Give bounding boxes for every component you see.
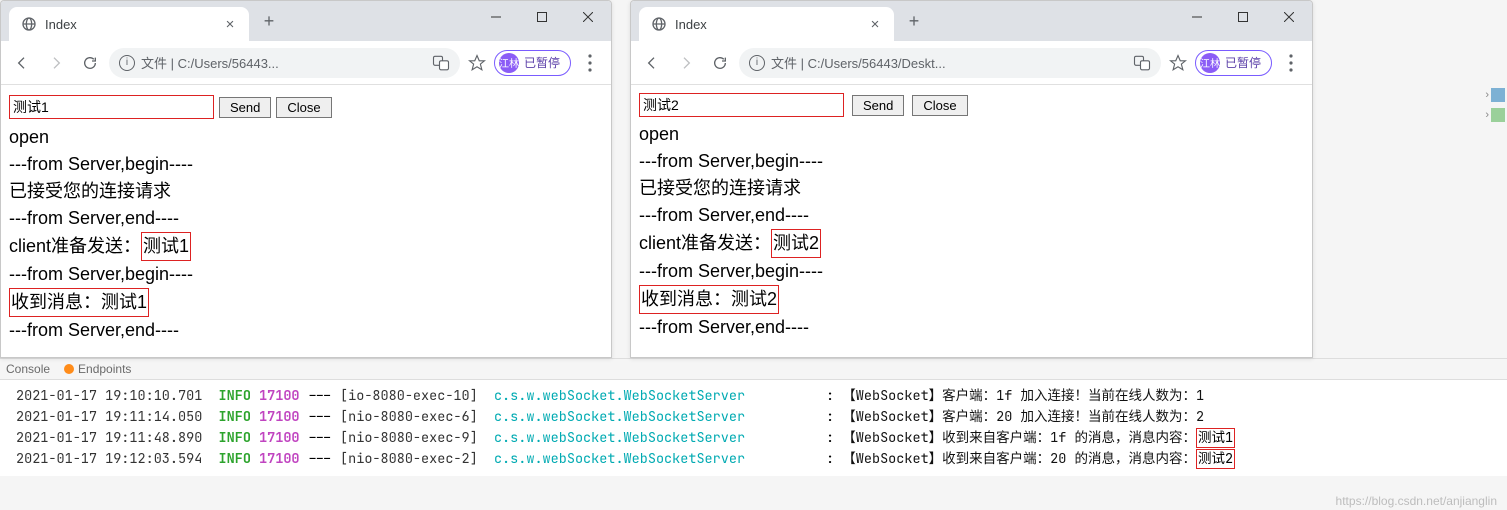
address-bar: i 文件 | C:/Users/56443/Deskt... 江林 已暂停 bbox=[631, 41, 1312, 85]
highlighted-msg: 测试1 bbox=[141, 232, 191, 261]
log-line: 收到消息：测试2 bbox=[639, 285, 1304, 314]
menu-button[interactable] bbox=[575, 48, 605, 78]
log-line: 已接受您的连接请求 bbox=[9, 178, 603, 205]
log-line: 收到消息：测试1 bbox=[9, 288, 603, 317]
close-button-page[interactable]: Close bbox=[912, 95, 967, 116]
console-output: 2021-01-17 19:10:10.701 INFO 17100 --- [… bbox=[0, 380, 1507, 476]
log-line: client准备发送：测试2 bbox=[639, 229, 1304, 258]
log-line: ---from Server,begin---- bbox=[9, 151, 603, 178]
back-button[interactable] bbox=[637, 48, 667, 78]
endpoints-icon bbox=[64, 364, 74, 374]
pill-text: 已暂停 bbox=[524, 54, 560, 71]
translate-icon[interactable] bbox=[432, 54, 450, 72]
tab-close-icon[interactable]: × bbox=[221, 15, 239, 33]
avatar: 江林 bbox=[1200, 53, 1220, 73]
watermark: https://blog.csdn.net/anjianglin bbox=[1336, 494, 1497, 508]
ide-tool-row: Console Endpoints bbox=[0, 358, 1507, 380]
titlebar: Index × + bbox=[631, 1, 1312, 41]
menu-button[interactable] bbox=[1276, 48, 1306, 78]
send-button[interactable]: Send bbox=[852, 95, 904, 116]
message-input[interactable] bbox=[639, 93, 844, 117]
tab-title: Index bbox=[45, 17, 213, 32]
bookmark-star-icon[interactable] bbox=[1165, 50, 1191, 76]
close-button[interactable] bbox=[565, 1, 611, 33]
address-bar: i 文件 | C:/Users/56443... 江林 已暂停 bbox=[1, 41, 611, 85]
browser-tab[interactable]: Index × bbox=[9, 7, 249, 41]
send-button[interactable]: Send bbox=[219, 97, 271, 118]
browser-window-1: Index × + i 文件 | C:/Users/56443... 江林 bbox=[0, 0, 612, 358]
close-button-page[interactable]: Close bbox=[276, 97, 331, 118]
log-line: open bbox=[9, 124, 603, 151]
message-input[interactable] bbox=[9, 95, 214, 119]
highlighted-received: 收到消息：测试2 bbox=[639, 285, 779, 314]
url-text: 文件 | C:/Users/56443/Deskt... bbox=[771, 53, 1127, 72]
window-controls bbox=[473, 1, 611, 41]
globe-icon bbox=[21, 16, 37, 32]
log-line: open bbox=[639, 121, 1304, 148]
minimize-button[interactable] bbox=[473, 1, 519, 33]
log-line: ---from Server,end---- bbox=[9, 205, 603, 232]
highlighted-msg: 测试2 bbox=[771, 229, 821, 258]
new-tab-button[interactable]: + bbox=[900, 7, 928, 35]
back-button[interactable] bbox=[7, 48, 37, 78]
translate-icon[interactable] bbox=[1133, 54, 1151, 72]
log-line: ---from Server,end---- bbox=[9, 317, 603, 344]
log-line: 已接受您的连接请求 bbox=[639, 175, 1304, 202]
log-line: ---from Server,begin---- bbox=[9, 261, 603, 288]
highlighted-received: 收到消息：测试1 bbox=[9, 288, 149, 317]
log-line: ---from Server,end---- bbox=[639, 314, 1304, 341]
bookmark-star-icon[interactable] bbox=[464, 50, 490, 76]
log-line: ---from Server,begin---- bbox=[639, 258, 1304, 285]
titlebar: Index × + bbox=[1, 1, 611, 41]
omnibox[interactable]: i 文件 | C:/Users/56443... bbox=[109, 48, 460, 78]
browser-tab[interactable]: Index × bbox=[639, 7, 894, 41]
close-button[interactable] bbox=[1266, 1, 1312, 33]
window-controls bbox=[1174, 1, 1312, 41]
new-tab-button[interactable]: + bbox=[255, 7, 283, 35]
page-content: Send Close open ---from Server,begin----… bbox=[631, 85, 1312, 357]
log-line: ---from Server,end---- bbox=[639, 202, 1304, 229]
omnibox[interactable]: i 文件 | C:/Users/56443/Deskt... bbox=[739, 48, 1161, 78]
gutter-item[interactable]: › bbox=[1485, 108, 1505, 122]
log-line: client准备发送：测试1 bbox=[9, 232, 603, 261]
side-gutter: › › bbox=[1485, 88, 1505, 122]
forward-button[interactable] bbox=[41, 48, 71, 78]
forward-button[interactable] bbox=[671, 48, 701, 78]
pill-text: 已暂停 bbox=[1225, 54, 1261, 71]
profile-pill[interactable]: 江林 已暂停 bbox=[494, 50, 571, 76]
tab-title: Index bbox=[675, 17, 858, 32]
reload-button[interactable] bbox=[705, 48, 735, 78]
profile-pill[interactable]: 江林 已暂停 bbox=[1195, 50, 1272, 76]
info-icon: i bbox=[749, 55, 765, 71]
page-content: Send Close open ---from Server,begin----… bbox=[1, 85, 611, 357]
log-line: ---from Server,begin---- bbox=[639, 148, 1304, 175]
info-icon: i bbox=[119, 55, 135, 71]
minimize-button[interactable] bbox=[1174, 1, 1220, 33]
endpoints-tab[interactable]: Endpoints bbox=[64, 362, 131, 376]
globe-icon bbox=[651, 16, 667, 32]
console-tab[interactable]: Console bbox=[6, 362, 50, 376]
avatar: 江林 bbox=[499, 53, 519, 73]
url-text: 文件 | C:/Users/56443... bbox=[141, 53, 426, 72]
gutter-item[interactable]: › bbox=[1485, 88, 1505, 102]
tab-close-icon[interactable]: × bbox=[866, 15, 884, 33]
browser-window-2: Index × + i 文件 | C:/Users/56443/Deskt...… bbox=[630, 0, 1313, 358]
maximize-button[interactable] bbox=[1220, 1, 1266, 33]
reload-button[interactable] bbox=[75, 48, 105, 78]
maximize-button[interactable] bbox=[519, 1, 565, 33]
